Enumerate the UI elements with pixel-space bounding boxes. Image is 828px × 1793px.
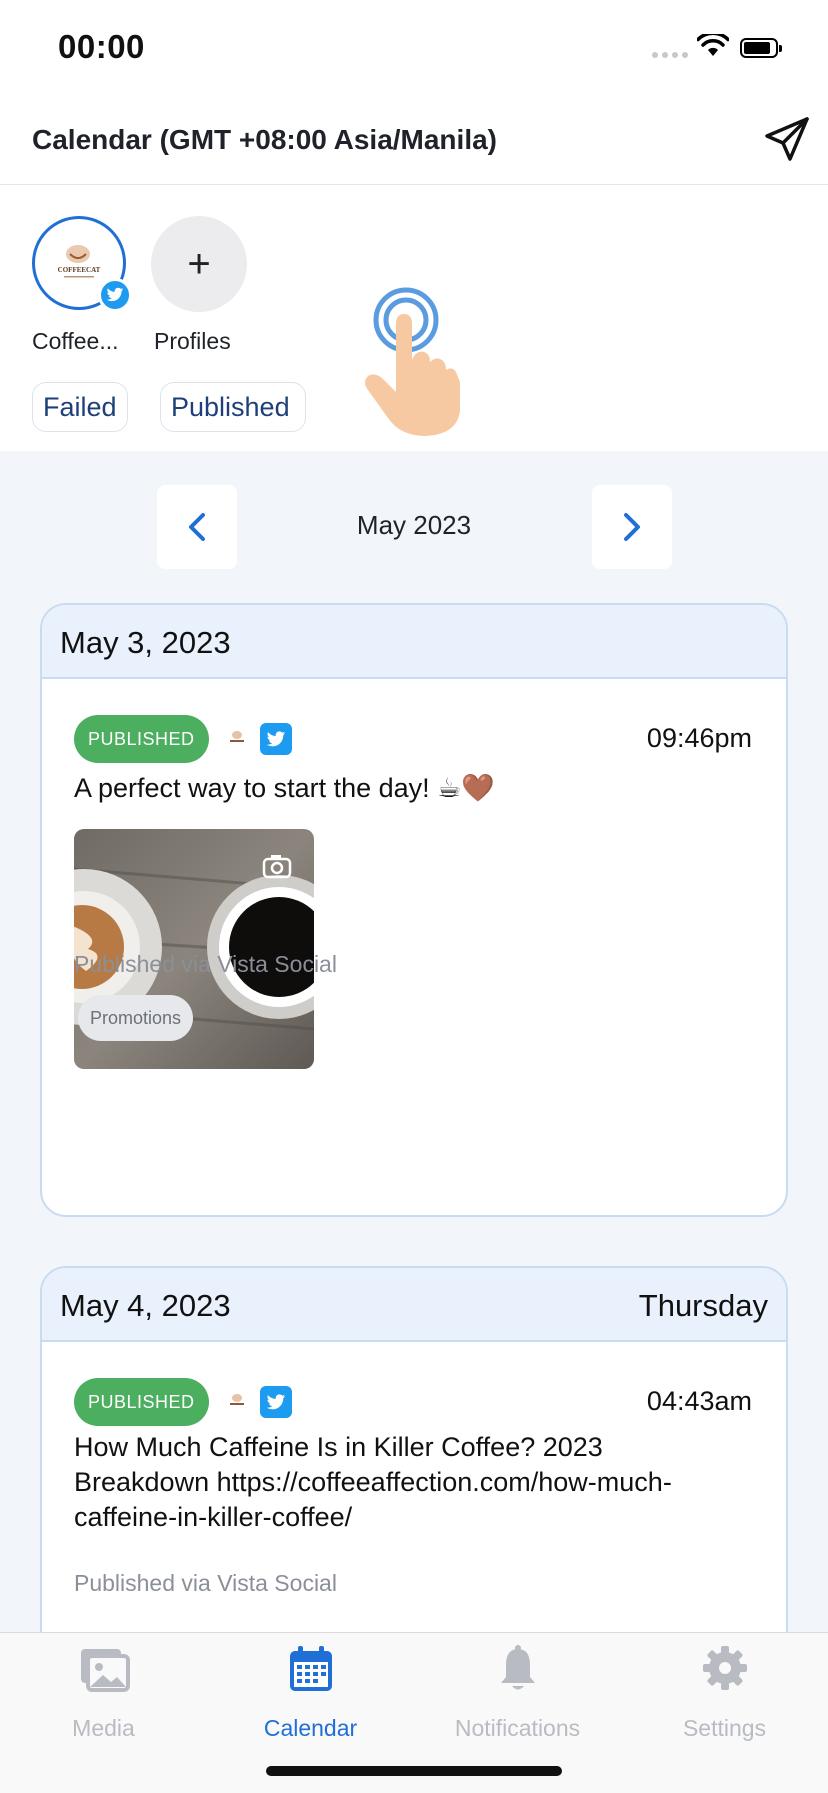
day-weekday: Thursday: [638, 1288, 768, 1323]
twitter-badge-icon: [98, 278, 132, 312]
prev-month-button[interactable]: [157, 485, 237, 569]
filter-failed[interactable]: Failed: [32, 382, 128, 432]
day-date: May 4, 2023: [60, 1288, 231, 1323]
status-badge: PUBLISHED: [74, 1378, 209, 1426]
chevron-left-icon: [189, 513, 205, 541]
post-text[interactable]: A perfect way to start the day! ☕🤎: [74, 771, 495, 806]
published-via: Published via Vista Social: [74, 951, 337, 977]
tab-label-settings: Settings: [682, 1715, 767, 1741]
home-indicator[interactable]: [266, 1766, 562, 1776]
tab-label-media: Media: [72, 1715, 135, 1741]
battery-icon: [740, 38, 782, 58]
add-profile-button[interactable]: +: [151, 216, 247, 312]
wifi-icon: [697, 34, 729, 56]
header-bar: Calendar (GMT +08:00 Asia/Manila): [0, 100, 828, 185]
twitter-icon: [260, 1386, 292, 1418]
day-card-header: May 4, 2023 Thursday: [42, 1268, 786, 1342]
post-tag[interactable]: Promotions: [78, 995, 194, 1041]
status-badge: PUBLISHED: [74, 715, 209, 763]
tab-label-calendar: Calendar: [263, 1715, 358, 1741]
send-icon[interactable]: [764, 116, 810, 162]
next-month-button[interactable]: [592, 485, 672, 569]
profiles-label: Profiles: [154, 328, 231, 354]
profile-name: Coffee...: [32, 328, 119, 354]
page-title: Calendar (GMT +08:00 Asia/Manila): [32, 124, 497, 155]
cellular-signal-icon: [652, 52, 688, 58]
post-time: 04:43am: [646, 1386, 752, 1416]
bell-icon: [501, 1645, 535, 1690]
calendar-icon: [290, 1646, 332, 1691]
plus-icon: +: [187, 241, 211, 286]
filter-published[interactable]: Published: [160, 382, 306, 432]
profile-logo-icon: [230, 1394, 244, 1405]
twitter-icon: [260, 723, 292, 755]
coffeecat-logo: COFFEECAT: [58, 245, 101, 278]
day-date: May 3, 2023: [60, 625, 231, 660]
chevron-right-icon: [624, 513, 640, 541]
touch-indicator-icon: [365, 287, 460, 436]
media-icon: [81, 1649, 130, 1692]
post-text[interactable]: How Much Caffeine Is in Killer Coffee? 2…: [74, 1430, 734, 1535]
gear-icon: [703, 1646, 747, 1690]
tab-label-notifications: Notifications: [454, 1715, 581, 1741]
svg-text:COFFEECAT: COFFEECAT: [58, 266, 101, 274]
post-time: 09:46pm: [646, 723, 752, 753]
published-via: Published via Vista Social: [74, 1570, 337, 1596]
day-card: May 3, 2023 PUBLISHED 09:46pm A perfect …: [40, 603, 788, 1217]
day-card: May 4, 2023 Thursday PUBLISHED 04:43am H…: [40, 1266, 788, 1666]
day-card-header: May 3, 2023: [42, 605, 786, 679]
profile-logo-icon: [230, 731, 244, 742]
month-label: May 2023: [356, 510, 472, 540]
status-time: 00:00: [58, 28, 145, 65]
